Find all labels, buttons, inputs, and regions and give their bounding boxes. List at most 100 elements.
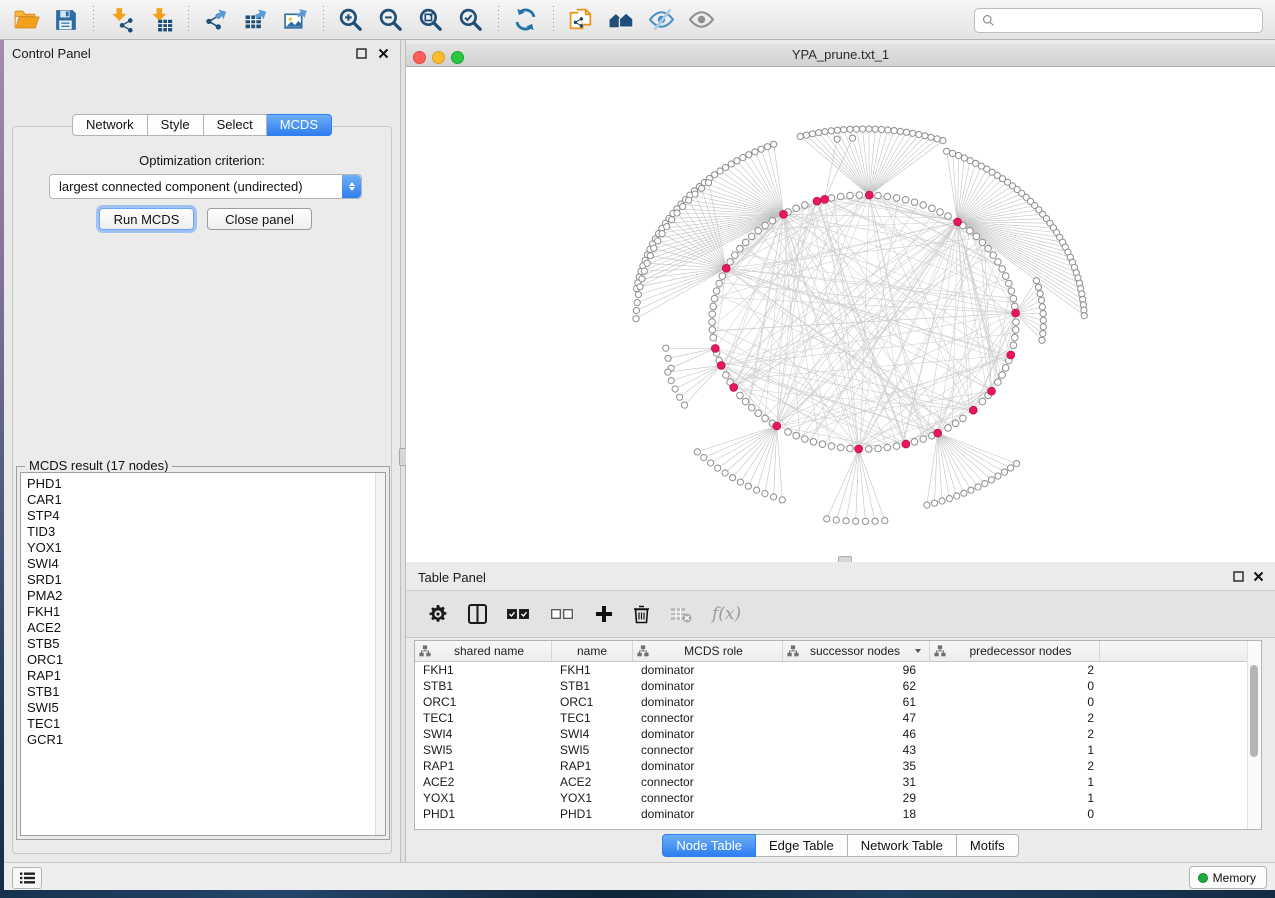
graph-node[interactable] <box>979 239 986 246</box>
zoom-selected-button[interactable] <box>451 3 491 37</box>
graph-leaf-node[interactable] <box>849 135 855 141</box>
graph-node[interactable] <box>875 445 882 452</box>
graph-leaf-node[interactable] <box>882 518 888 524</box>
graph-node[interactable] <box>719 273 726 280</box>
window-minimize-traffic-icon[interactable] <box>432 51 445 64</box>
graph-hub-node[interactable] <box>813 197 821 205</box>
graph-node[interactable] <box>727 259 734 266</box>
graph-leaf-node[interactable] <box>1040 317 1046 323</box>
zoom-fit-button[interactable] <box>411 3 451 37</box>
graph-leaf-node[interactable] <box>708 460 714 466</box>
graph-node[interactable] <box>810 439 817 446</box>
cell-successor-nodes[interactable]: 96 <box>783 663 930 677</box>
graph-leaf-node[interactable] <box>1040 331 1046 337</box>
cell-MCDS-role[interactable]: dominator <box>633 727 783 741</box>
graph-leaf-node[interactable] <box>737 479 743 485</box>
graph-leaf-node[interactable] <box>639 276 645 282</box>
window-close-traffic-icon[interactable] <box>413 51 426 64</box>
graph-leaf-node[interactable] <box>641 268 647 274</box>
graph-node[interactable] <box>1010 295 1017 302</box>
table-row[interactable]: RAP1RAP1dominator352 <box>415 758 1261 774</box>
criterion-dropdown[interactable]: largest connected component (undirected) <box>49 174 362 199</box>
graph-node[interactable] <box>990 252 997 259</box>
graph-leaf-node[interactable] <box>663 345 669 351</box>
graph-leaf-node[interactable] <box>853 518 859 524</box>
graph-leaf-node[interactable] <box>961 155 967 161</box>
graph-leaf-node[interactable] <box>680 203 686 209</box>
graph-leaf-node[interactable] <box>665 355 671 361</box>
graph-leaf-node[interactable] <box>872 126 878 132</box>
graph-node[interactable] <box>802 202 809 209</box>
graph-leaf-node[interactable] <box>1081 313 1087 319</box>
graph-node[interactable] <box>737 245 744 252</box>
graph-leaf-node[interactable] <box>672 386 678 392</box>
graph-leaf-node[interactable] <box>934 136 940 142</box>
graph-leaf-node[interactable] <box>931 500 937 506</box>
cell-MCDS-role[interactable]: connector <box>633 775 783 789</box>
table-row[interactable]: ORC1ORC1dominator610 <box>415 694 1261 710</box>
cell-successor-nodes[interactable]: 31 <box>783 775 930 789</box>
cell-MCDS-role[interactable]: connector <box>633 791 783 805</box>
cell-name[interactable]: ORC1 <box>552 695 633 709</box>
graph-leaf-node[interactable] <box>665 369 671 375</box>
first-neighbors-button[interactable] <box>601 3 641 37</box>
float-window-icon[interactable] <box>354 46 368 60</box>
mcds-result-item[interactable]: RAP1 <box>27 668 385 684</box>
mcds-result-item[interactable]: TEC1 <box>27 716 385 732</box>
graph-leaf-node[interactable] <box>922 133 928 139</box>
close-table-panel-icon[interactable] <box>1251 569 1265 583</box>
graph-leaf-node[interactable] <box>664 224 670 230</box>
cell-successor-nodes[interactable]: 29 <box>783 791 930 805</box>
cell-predecessor-nodes[interactable]: 1 <box>930 743 1100 757</box>
cell-shared-name[interactable]: TEC1 <box>415 711 552 725</box>
graph-leaf-node[interactable] <box>764 144 770 150</box>
cell-shared-name[interactable]: ORC1 <box>415 695 552 709</box>
cell-predecessor-nodes[interactable]: 2 <box>930 759 1100 773</box>
graph-node[interactable] <box>1006 280 1013 287</box>
graph-leaf-node[interactable] <box>878 126 884 132</box>
cell-predecessor-nodes[interactable]: 2 <box>930 711 1100 725</box>
graph-node[interactable] <box>884 444 891 451</box>
graph-leaf-node[interactable] <box>833 517 839 523</box>
mcds-result-item[interactable]: CAR1 <box>27 492 385 508</box>
graph-node[interactable] <box>1002 365 1009 372</box>
graph-node[interactable] <box>995 379 1002 386</box>
graph-hub-node[interactable] <box>954 218 962 226</box>
graph-leaf-node[interactable] <box>1039 337 1045 343</box>
result-list-scrollbar[interactable] <box>375 473 385 835</box>
split-panel-button[interactable] <box>468 599 487 629</box>
graph-leaf-node[interactable] <box>916 131 922 137</box>
graph-leaf-node[interactable] <box>779 497 785 503</box>
mcds-result-list[interactable]: PHD1CAR1STP4TID3YOX1SWI4SRD1PMA2FKH1ACE2… <box>20 472 386 836</box>
graph-leaf-node[interactable] <box>975 484 981 490</box>
cell-shared-name[interactable]: SWI4 <box>415 727 552 741</box>
cell-successor-nodes[interactable]: 18 <box>783 807 930 821</box>
graph-leaf-node[interactable] <box>762 491 768 497</box>
table-row[interactable]: SWI4SWI4dominator462 <box>415 726 1261 742</box>
graph-node[interactable] <box>742 398 749 405</box>
graph-hub-node[interactable] <box>773 422 781 430</box>
graph-leaf-node[interactable] <box>891 128 897 134</box>
graph-node[interactable] <box>1010 342 1017 349</box>
cell-name[interactable]: PHD1 <box>552 807 633 821</box>
graph-leaf-node[interactable] <box>635 292 641 298</box>
cell-name[interactable]: SWI4 <box>552 727 633 741</box>
float-table-panel-icon[interactable] <box>1231 569 1245 583</box>
graph-leaf-node[interactable] <box>681 402 687 408</box>
graph-hub-node[interactable] <box>730 384 738 392</box>
graph-leaf-node[interactable] <box>841 127 847 133</box>
graph-node[interactable] <box>762 415 769 422</box>
zoom-in-button[interactable] <box>331 3 371 37</box>
network-window-titlebar[interactable]: YPA_prune.txt_1 <box>406 44 1275 67</box>
graph-leaf-node[interactable] <box>950 150 956 156</box>
graph-leaf-node[interactable] <box>1008 465 1014 471</box>
memory-button[interactable]: Memory <box>1189 866 1267 889</box>
column-settings-gear-button[interactable] <box>428 599 448 629</box>
cell-name[interactable]: TEC1 <box>552 711 633 725</box>
graph-hub-node[interactable] <box>1007 351 1015 359</box>
graph-node[interactable] <box>802 436 809 443</box>
graph-node[interactable] <box>819 441 826 448</box>
graph-hub-node[interactable] <box>1012 309 1020 317</box>
cell-name[interactable]: SWI5 <box>552 743 633 757</box>
graph-leaf-node[interactable] <box>637 284 643 290</box>
